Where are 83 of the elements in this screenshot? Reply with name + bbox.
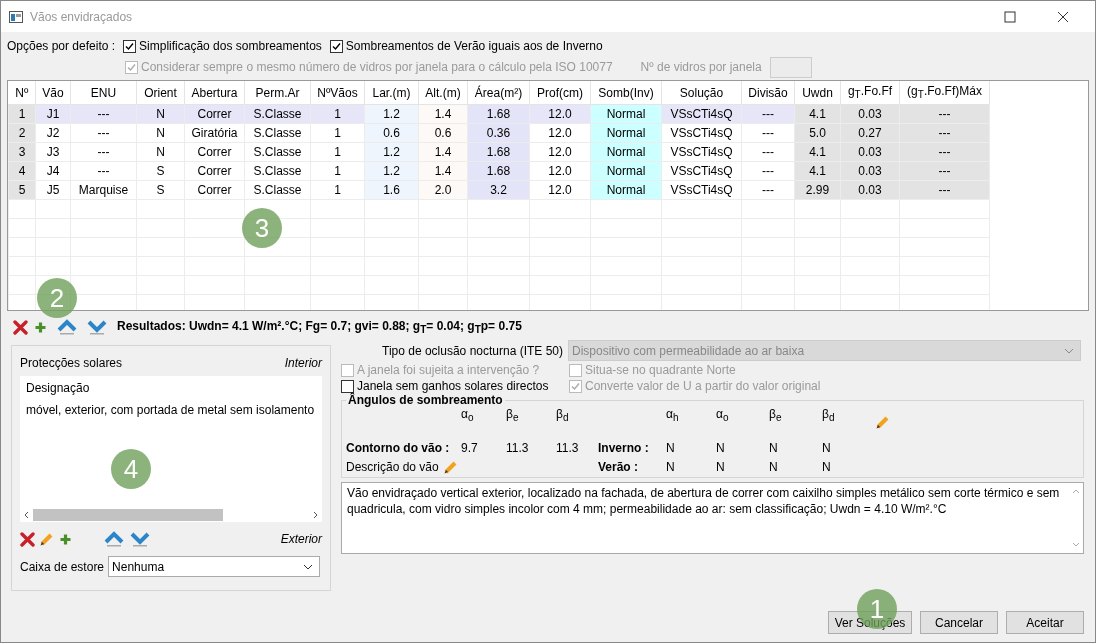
angle-value: N [822,460,832,474]
caret-icon [303,563,314,570]
winter-label: Inverno : [598,441,650,455]
move-down-icon[interactable] [130,531,150,547]
angle-value: N [822,441,832,455]
pencil-icon[interactable] [442,459,459,475]
angle-symbol: β$_{e}$ [769,407,783,426]
interior-label: Interior [284,356,322,370]
column-header[interactable]: Alt.(m) [418,81,468,105]
pencil-icon[interactable] [875,414,891,430]
defaults-label: Opções por defeito : [7,39,116,53]
angle-value: N [769,460,779,474]
group-title: Ângulos de sombreamento [347,393,504,407]
angle-symbol: α$_{h}$ [666,407,680,426]
close-icon[interactable] [1057,10,1069,23]
list-item[interactable]: móvel, exterior, com portada de metal sem isolamento [20,395,322,417]
column-header[interactable]: Solução [661,81,742,105]
scroll-left-icon[interactable] [24,511,29,519]
dialog-button[interactable]: Aceitar [1006,611,1084,634]
angle-symbol: β$_{e}$ [506,407,520,426]
delete-icon[interactable] [20,531,35,547]
maximize-icon[interactable] [1004,10,1016,23]
move-up-icon[interactable] [57,319,77,335]
checkmark-icon [126,61,137,73]
exterior-label: Exterior [280,532,322,546]
angle-symbol: α$_{o}$ [461,407,475,426]
scroll-down-icon[interactable] [1071,542,1080,547]
option-checkbox[interactable]: Janela sem ganhos solares directos [341,379,569,393]
checkmark-icon [330,40,342,52]
move-up-icon[interactable] [104,531,124,547]
column-header[interactable]: g$_{T}$.Fo.Ff [840,81,900,105]
column-header[interactable]: (g$_{T}$.Fo.Ff)Máx [899,81,990,105]
angle-symbol: β$_{d}$ [556,407,570,426]
column-header[interactable]: Divisão [741,81,795,105]
description-label: Descrição do vão [346,460,439,474]
window-icon [9,10,23,23]
delete-icon[interactable] [13,319,28,335]
angle-value: N [666,460,676,474]
dialog-button[interactable]: Cancelar [920,611,998,634]
checkmark-icon [124,40,136,52]
angle-value: N [716,460,726,474]
move-down-icon[interactable] [87,319,107,335]
column-header[interactable]: Área(m²) [467,81,530,105]
summer-label: Verão : [598,460,640,474]
angle-value: N [666,441,676,455]
contour-label: Contorno do vão : [346,441,451,455]
caret-icon [1064,347,1074,354]
blind-box-label: Caixa de estore [20,559,105,574]
column-header[interactable]: Uwdn [794,81,841,105]
checkmark-icon [570,380,581,392]
add-icon[interactable] [59,532,72,546]
angle-value: 11.3 [556,441,580,455]
scroll-up-icon[interactable] [1071,489,1080,494]
scroll-right-icon[interactable] [313,511,318,519]
angle-value: 9.7 [461,441,479,455]
angle-value: 11.3 [506,441,530,455]
column-header[interactable]: Orient [136,81,185,105]
option-checkbox[interactable]: Simplificação dos sombreamentos [123,39,322,53]
angle-symbol: β$_{d}$ [822,407,836,426]
column-header[interactable]: NºVãos [310,81,365,105]
description-field[interactable] [341,482,1084,554]
description-text: Vão envidraçado vertical exterior, localizado na fachada, de abertura de correr com caixilho simples metálico sem corte térmico e sem quadricula, com vidro simples incolor com 4 mm; permeabilidade ao ar: sem classificação; Uwdn = 4.10 W/m².°C [346,485,1061,518]
column-header[interactable]: Lar.(m) [364,81,419,105]
blind-box-dropdown[interactable]: Nenhuma [108,556,321,577]
column-header[interactable]: ENU [70,81,137,105]
column-header[interactable]: Vão [35,81,71,105]
column-header[interactable]: Prof(cm) [529,81,591,105]
window-title: Vãos envidraçados [30,9,133,24]
glass-count-label: Nº de vidros por janela [640,60,762,74]
column-header[interactable]: Abertura [184,81,245,105]
angle-value: N [716,441,726,455]
option-checkbox[interactable]: Sombreamentos de Verão iguais aos de Inverno [329,39,603,53]
column-header[interactable]: Nº [8,81,36,105]
panel-title: Protecções solares [20,356,123,370]
angle-symbol: α$_{o}$ [716,407,730,426]
list-header: Designação [25,380,91,395]
pencil-icon[interactable] [39,531,55,547]
night-occlusion-label: Tipo de oclusão nocturna (ITE 50) [382,343,563,358]
angle-value: N [769,441,779,455]
results-text: Resultados: Uwdn= 4.1 W/m².°C; Fg= 0.7; gvi= 0.88; g$_{T}$= 0.04; g$_{T}$p= 0.75 [117,318,522,336]
add-icon[interactable] [34,320,47,334]
column-header[interactable]: Somb(Inv) [590,81,662,105]
column-header[interactable]: Perm.Ar [244,81,311,105]
